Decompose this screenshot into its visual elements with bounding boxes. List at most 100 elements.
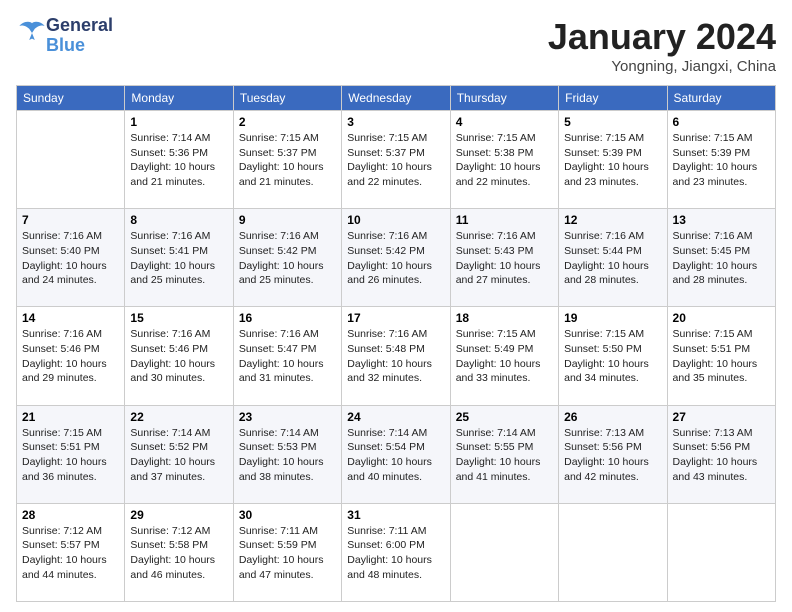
table-row: 28 Sunrise: 7:12 AM Sunset: 5:57 PM Dayli… (17, 503, 125, 601)
table-row: 2 Sunrise: 7:15 AM Sunset: 5:37 PM Daylig… (233, 111, 341, 209)
day-info: Sunrise: 7:16 AM Sunset: 5:46 PM Dayligh… (22, 327, 119, 386)
calendar-table: Sunday Monday Tuesday Wednesday Thursday… (16, 85, 776, 602)
col-monday: Monday (125, 86, 233, 111)
day-info: Sunrise: 7:16 AM Sunset: 5:42 PM Dayligh… (347, 229, 444, 288)
table-row: 4 Sunrise: 7:15 AM Sunset: 5:38 PM Daylig… (450, 111, 558, 209)
day-number: 1 (130, 115, 227, 129)
day-number: 16 (239, 311, 336, 325)
calendar-week-5: 28 Sunrise: 7:12 AM Sunset: 5:57 PM Dayli… (17, 503, 776, 601)
table-row: 6 Sunrise: 7:15 AM Sunset: 5:39 PM Daylig… (667, 111, 775, 209)
day-info: Sunrise: 7:16 AM Sunset: 5:45 PM Dayligh… (673, 229, 770, 288)
day-info: Sunrise: 7:14 AM Sunset: 5:36 PM Dayligh… (130, 131, 227, 190)
table-row (17, 111, 125, 209)
day-info: Sunrise: 7:16 AM Sunset: 5:40 PM Dayligh… (22, 229, 119, 288)
day-number: 5 (564, 115, 661, 129)
col-sunday: Sunday (17, 86, 125, 111)
col-wednesday: Wednesday (342, 86, 450, 111)
table-row (559, 503, 667, 601)
day-info: Sunrise: 7:14 AM Sunset: 5:54 PM Dayligh… (347, 426, 444, 485)
calendar-week-2: 7Sunrise: 7:16 AM Sunset: 5:40 PM Daylig… (17, 209, 776, 307)
day-number: 19 (564, 311, 661, 325)
table-row: 5 Sunrise: 7:15 AM Sunset: 5:39 PM Daylig… (559, 111, 667, 209)
table-row: 24 Sunrise: 7:14 AM Sunset: 5:54 PM Dayli… (342, 405, 450, 503)
day-info: Sunrise: 7:15 AM Sunset: 5:50 PM Dayligh… (564, 327, 661, 386)
day-info: Sunrise: 7:12 AM Sunset: 5:57 PM Dayligh… (22, 524, 119, 583)
table-row: 8 Sunrise: 7:16 AM Sunset: 5:41 PM Daylig… (125, 209, 233, 307)
table-row: 18Sunrise: 7:15 AM Sunset: 5:49 PM Dayli… (450, 307, 558, 405)
day-number: 13 (673, 213, 770, 227)
day-number: 17 (347, 311, 444, 325)
day-info: Sunrise: 7:11 AM Sunset: 6:00 PM Dayligh… (347, 524, 444, 583)
day-number: 14 (22, 311, 119, 325)
day-number: 22 (130, 410, 227, 424)
table-row (667, 503, 775, 601)
day-info: Sunrise: 7:15 AM Sunset: 5:51 PM Dayligh… (22, 426, 119, 485)
day-number: 10 (347, 213, 444, 227)
day-number: 15 (130, 311, 227, 325)
table-row: 1 Sunrise: 7:14 AM Sunset: 5:36 PM Daylig… (125, 111, 233, 209)
day-info: Sunrise: 7:16 AM Sunset: 5:42 PM Dayligh… (239, 229, 336, 288)
day-info: Sunrise: 7:15 AM Sunset: 5:39 PM Dayligh… (673, 131, 770, 190)
table-row: 31 Sunrise: 7:11 AM Sunset: 6:00 PM Dayli… (342, 503, 450, 601)
day-number: 2 (239, 115, 336, 129)
day-info: Sunrise: 7:15 AM Sunset: 5:51 PM Dayligh… (673, 327, 770, 386)
day-number: 28 (22, 508, 119, 522)
table-row: 13 Sunrise: 7:16 AM Sunset: 5:45 PM Dayli… (667, 209, 775, 307)
day-info: Sunrise: 7:15 AM Sunset: 5:37 PM Dayligh… (347, 131, 444, 190)
day-number: 29 (130, 508, 227, 522)
day-info: Sunrise: 7:16 AM Sunset: 5:44 PM Dayligh… (564, 229, 661, 288)
day-number: 26 (564, 410, 661, 424)
day-info: Sunrise: 7:16 AM Sunset: 5:41 PM Dayligh… (130, 229, 227, 288)
day-info: Sunrise: 7:14 AM Sunset: 5:53 PM Dayligh… (239, 426, 336, 485)
table-row: 7Sunrise: 7:16 AM Sunset: 5:40 PM Daylig… (17, 209, 125, 307)
col-friday: Friday (559, 86, 667, 111)
table-row: 17Sunrise: 7:16 AM Sunset: 5:48 PM Dayli… (342, 307, 450, 405)
table-row: 23 Sunrise: 7:14 AM Sunset: 5:53 PM Dayli… (233, 405, 341, 503)
title-block: January 2024 Yongning, Jiangxi, China (548, 16, 776, 75)
day-number: 4 (456, 115, 553, 129)
location: Yongning, Jiangxi, China (548, 58, 776, 75)
day-number: 24 (347, 410, 444, 424)
table-row: 27Sunrise: 7:13 AM Sunset: 5:56 PM Dayli… (667, 405, 775, 503)
col-tuesday: Tuesday (233, 86, 341, 111)
day-info: Sunrise: 7:14 AM Sunset: 5:55 PM Dayligh… (456, 426, 553, 485)
day-info: Sunrise: 7:13 AM Sunset: 5:56 PM Dayligh… (564, 426, 661, 485)
day-number: 3 (347, 115, 444, 129)
day-info: Sunrise: 7:12 AM Sunset: 5:58 PM Dayligh… (130, 524, 227, 583)
day-number: 30 (239, 508, 336, 522)
day-number: 25 (456, 410, 553, 424)
day-info: Sunrise: 7:15 AM Sunset: 5:39 PM Dayligh… (564, 131, 661, 190)
day-info: Sunrise: 7:11 AM Sunset: 5:59 PM Dayligh… (239, 524, 336, 583)
header: General Blue January 2024 Yongning, Jian… (16, 16, 776, 75)
table-row: 19 Sunrise: 7:15 AM Sunset: 5:50 PM Dayli… (559, 307, 667, 405)
day-number: 20 (673, 311, 770, 325)
logo-subtext: Blue (46, 36, 113, 56)
col-thursday: Thursday (450, 86, 558, 111)
day-info: Sunrise: 7:13 AM Sunset: 5:56 PM Dayligh… (673, 426, 770, 485)
table-row: 10 Sunrise: 7:16 AM Sunset: 5:42 PM Dayli… (342, 209, 450, 307)
day-info: Sunrise: 7:15 AM Sunset: 5:37 PM Dayligh… (239, 131, 336, 190)
table-row: 15 Sunrise: 7:16 AM Sunset: 5:46 PM Dayli… (125, 307, 233, 405)
table-row: 30 Sunrise: 7:11 AM Sunset: 5:59 PM Dayli… (233, 503, 341, 601)
logo: General Blue (16, 16, 113, 56)
table-row: 14 Sunrise: 7:16 AM Sunset: 5:46 PM Dayli… (17, 307, 125, 405)
day-number: 23 (239, 410, 336, 424)
table-row: 25 Sunrise: 7:14 AM Sunset: 5:55 PM Dayli… (450, 405, 558, 503)
table-row: 26 Sunrise: 7:13 AM Sunset: 5:56 PM Dayli… (559, 405, 667, 503)
calendar-week-1: 1 Sunrise: 7:14 AM Sunset: 5:36 PM Daylig… (17, 111, 776, 209)
day-info: Sunrise: 7:15 AM Sunset: 5:38 PM Dayligh… (456, 131, 553, 190)
day-info: Sunrise: 7:15 AM Sunset: 5:49 PM Dayligh… (456, 327, 553, 386)
day-number: 6 (673, 115, 770, 129)
page: General Blue January 2024 Yongning, Jian… (0, 0, 792, 612)
day-info: Sunrise: 7:16 AM Sunset: 5:46 PM Dayligh… (130, 327, 227, 386)
day-number: 31 (347, 508, 444, 522)
day-number: 8 (130, 213, 227, 227)
day-info: Sunrise: 7:16 AM Sunset: 5:43 PM Dayligh… (456, 229, 553, 288)
table-row: 9 Sunrise: 7:16 AM Sunset: 5:42 PM Daylig… (233, 209, 341, 307)
logo-icon (18, 19, 46, 47)
logo-text: General (46, 16, 113, 36)
table-row: 21Sunrise: 7:15 AM Sunset: 5:51 PM Dayli… (17, 405, 125, 503)
day-number: 9 (239, 213, 336, 227)
table-row: 29 Sunrise: 7:12 AM Sunset: 5:58 PM Dayli… (125, 503, 233, 601)
day-info: Sunrise: 7:14 AM Sunset: 5:52 PM Dayligh… (130, 426, 227, 485)
